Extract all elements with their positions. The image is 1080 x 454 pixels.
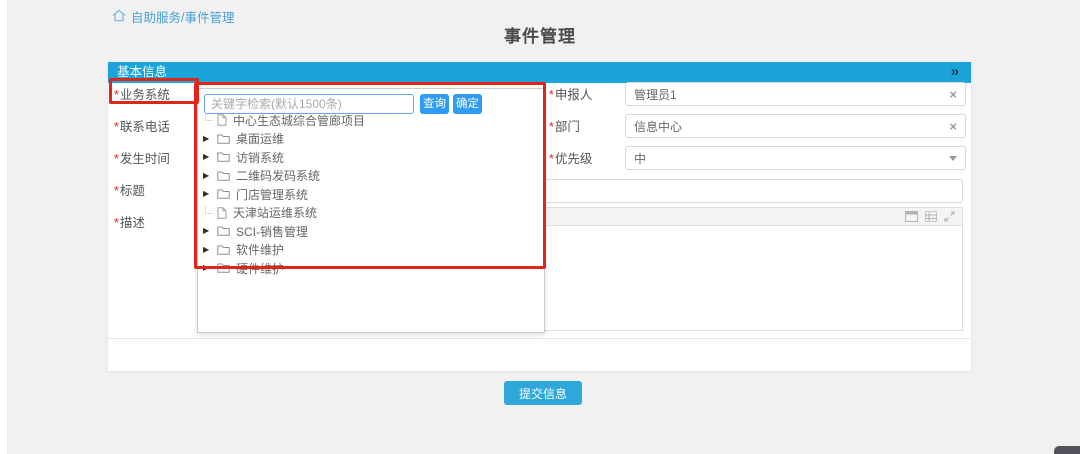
folder-icon xyxy=(217,189,230,199)
reporter-field[interactable]: 管理员1 × xyxy=(625,82,966,106)
folder-icon xyxy=(217,134,230,144)
tree-item[interactable]: ▶桌面运维 xyxy=(203,130,540,149)
window-icon[interactable] xyxy=(905,211,918,222)
required-marker: * xyxy=(114,120,119,134)
reporter-value: 管理员1 xyxy=(634,86,949,103)
expand-arrow-icon[interactable]: ▶ xyxy=(203,264,209,272)
required-marker: * xyxy=(549,120,554,134)
page-title: 事件管理 xyxy=(0,22,1080,47)
tree-item[interactable]: ▶软件维护 xyxy=(203,241,540,260)
label-department: *部门 xyxy=(549,116,580,135)
label-description: *描述 xyxy=(114,212,145,231)
document-icon xyxy=(217,114,227,126)
folder-icon xyxy=(217,171,230,181)
collapse-icon[interactable]: » xyxy=(951,62,959,83)
label-title: *标题 xyxy=(114,180,145,199)
grid-icon[interactable] xyxy=(925,211,937,222)
label-occurrence-time: *发生时间 xyxy=(114,148,170,167)
tree-item[interactable]: ▶门店管理系统 xyxy=(203,185,540,204)
panel-title: 基本信息 xyxy=(117,65,167,79)
required-marker: * xyxy=(114,216,119,230)
tree-connector xyxy=(205,206,213,214)
tree-connector xyxy=(205,113,213,121)
screen-corner-artifact xyxy=(1054,446,1080,454)
tree-item[interactable]: 天津站运维系统 xyxy=(203,204,540,223)
priority-value: 中 xyxy=(634,150,949,167)
folder-icon xyxy=(217,152,230,162)
label-business-system: *业务系统 xyxy=(114,84,170,103)
expand-arrow-icon[interactable]: ▶ xyxy=(203,227,209,235)
submit-button[interactable]: 提交信息 xyxy=(504,381,582,405)
clear-icon[interactable]: × xyxy=(949,120,957,133)
panel-header: 基本信息 » xyxy=(108,62,971,83)
label-priority: *优先级 xyxy=(549,148,592,167)
department-field[interactable]: 信息中心 × xyxy=(625,114,966,138)
required-marker: * xyxy=(114,184,119,198)
expand-arrow-icon[interactable]: ▶ xyxy=(203,135,209,143)
label-reporter: *申报人 xyxy=(549,84,592,103)
required-marker: * xyxy=(549,88,554,102)
card-footer-divider xyxy=(108,338,971,339)
tree-item[interactable]: ▶硬件维护 xyxy=(203,259,540,278)
tree-item[interactable]: ▶二维码发码系统 xyxy=(203,167,540,186)
document-icon xyxy=(217,207,227,219)
tree-item[interactable]: ▶访销系统 xyxy=(203,148,540,167)
required-marker: * xyxy=(114,152,119,166)
expand-arrow-icon[interactable]: ▶ xyxy=(203,246,209,254)
expand-arrow-icon[interactable]: ▶ xyxy=(203,153,209,161)
folder-icon xyxy=(217,226,230,236)
priority-select[interactable]: 中 xyxy=(625,146,966,170)
system-tree: 中心生态城综合管廊项目 ▶桌面运维 ▶访销系统 ▶二维码发码系统 ▶门店管理系统… xyxy=(203,111,540,278)
basic-info-panel: 基本信息 » *业务系统 *联系电话 *发生时间 *标题 *描述 *申报人 *部… xyxy=(108,62,971,371)
chevron-down-icon xyxy=(949,156,957,161)
expand-arrow-icon[interactable]: ▶ xyxy=(203,172,209,180)
clear-icon[interactable]: × xyxy=(949,88,957,101)
folder-icon xyxy=(217,245,230,255)
label-contact-phone: *联系电话 xyxy=(114,116,170,135)
fullscreen-icon[interactable] xyxy=(944,211,955,222)
required-marker: * xyxy=(114,88,119,102)
folder-icon xyxy=(217,263,230,273)
expand-arrow-icon[interactable]: ▶ xyxy=(203,190,209,198)
tree-item[interactable]: ▶SCI-销售管理 xyxy=(203,222,540,241)
department-value: 信息中心 xyxy=(634,118,949,135)
required-marker: * xyxy=(549,152,554,166)
system-tree-dropdown: 查询 确定 中心生态城综合管廊项目 ▶桌面运维 ▶访销系统 ▶二维码发码系统 ▶… xyxy=(197,88,545,333)
tree-item[interactable]: 中心生态城综合管廊项目 xyxy=(203,111,540,130)
left-edge-strip xyxy=(0,0,7,454)
